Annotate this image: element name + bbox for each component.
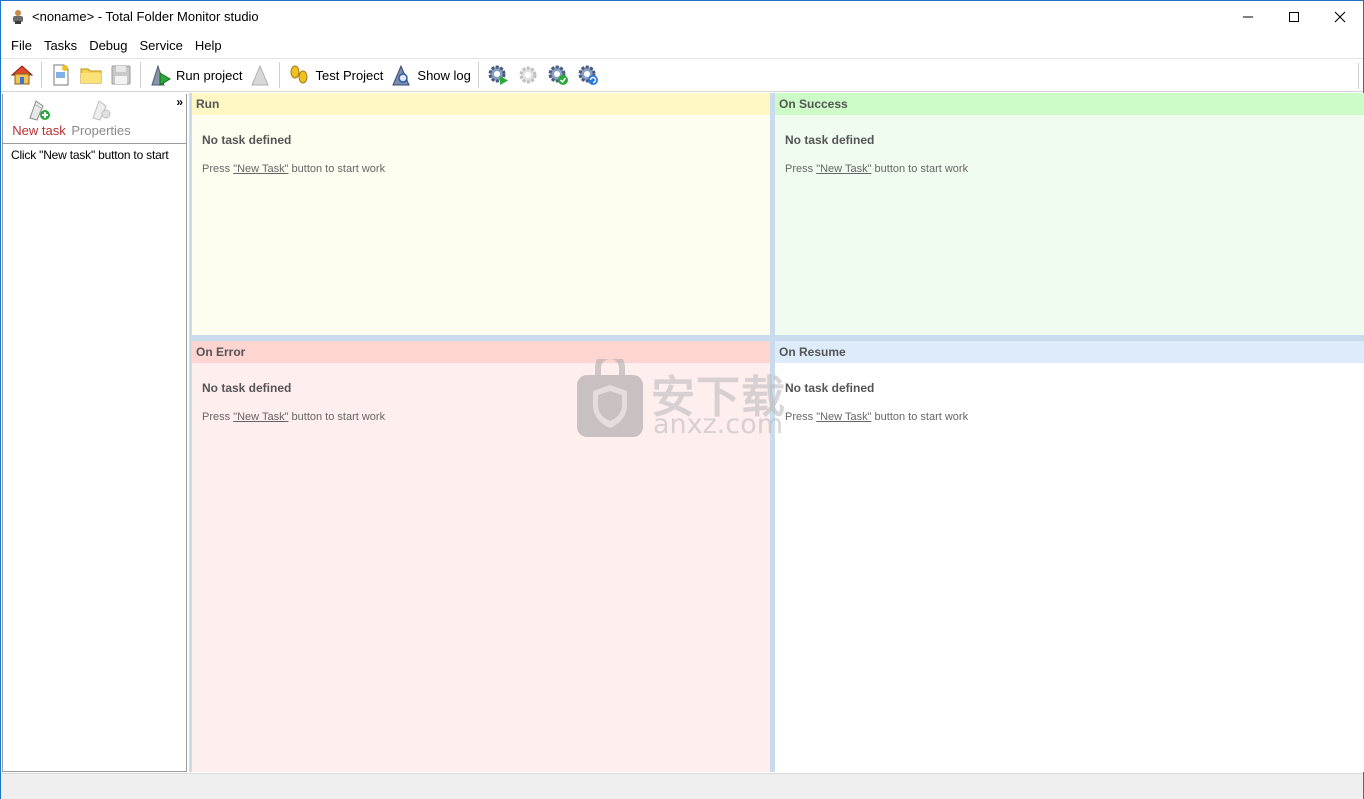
folder-icon (80, 68, 102, 84)
desc-text: Press (202, 411, 234, 423)
maximize-icon (1289, 11, 1299, 22)
test-project-label: Test Project (315, 67, 384, 83)
on-error-pane[interactable]: On Error No task defined Press "New Task… (192, 341, 770, 772)
service-start-button[interactable] (483, 61, 513, 89)
gear-check-icon (548, 65, 568, 85)
maximize-button[interactable] (1271, 1, 1317, 32)
menu-service[interactable]: Service (134, 34, 189, 57)
desc-text: Press (202, 163, 234, 175)
run-project-icon (151, 64, 171, 86)
run-pane[interactable]: Run No task defined Press "New Task" but… (192, 93, 770, 335)
on-resume-pane-desc: Press "New Task" button to start work (785, 411, 1364, 423)
run-project-button[interactable]: Run project (145, 61, 245, 89)
on-error-pane-header: On Error (192, 341, 770, 363)
save-disk-icon (111, 65, 131, 85)
run-project-label: Run project (176, 67, 243, 83)
new-document-icon (53, 64, 69, 86)
toolbar-separator (41, 62, 42, 88)
menu-debug[interactable]: Debug (83, 34, 133, 57)
close-icon (1334, 11, 1346, 22)
on-success-pane-desc: Press "New Task" button to start work (785, 163, 1364, 175)
on-success-pane[interactable]: On Success No task defined Press "New Ta… (775, 93, 1364, 335)
footprints-icon (290, 65, 308, 84)
new-project-button[interactable] (46, 61, 76, 89)
new-task-link[interactable]: "New Task" (233, 411, 288, 423)
new-task-label: New task (12, 123, 66, 138)
task-list-panel: New task Properties » Click "New task" b… (2, 94, 187, 772)
new-task-link[interactable]: "New Task" (233, 163, 288, 175)
run-pane-header: Run (192, 93, 770, 115)
stop-project-icon (251, 64, 270, 86)
minimize-icon (1243, 16, 1253, 17)
show-log-label: Show log (417, 67, 471, 83)
window-controls (1225, 1, 1363, 32)
menu-help[interactable]: Help (189, 34, 228, 57)
collapse-panel-button[interactable]: » (176, 95, 183, 109)
event-panes-area: Run No task defined Press "New Task" but… (189, 93, 1364, 772)
toolbar-separator (279, 62, 281, 88)
desc-text: Press (785, 163, 817, 175)
home-icon (10, 65, 34, 85)
on-resume-pane-header: On Resume (775, 341, 1364, 363)
app-icon (10, 9, 26, 25)
properties-button[interactable]: Properties (70, 94, 132, 143)
menu-bar: File Tasks Debug Service Help (1, 34, 1363, 57)
toolbar-separator (477, 62, 479, 88)
app-window: <noname> - Total Folder Monitor studio F… (0, 0, 1364, 799)
open-project-button[interactable] (76, 61, 106, 89)
test-project-button[interactable]: Test Project (284, 61, 386, 89)
on-success-pane-title: No task defined (785, 133, 875, 147)
minimize-button[interactable] (1225, 1, 1271, 32)
run-pane-desc: Press "New Task" button to start work (202, 163, 770, 175)
task-toolbar: New task Properties » (3, 94, 186, 144)
properties-label: Properties (71, 123, 131, 138)
show-log-icon (392, 64, 411, 86)
gear-disabled-icon (519, 66, 537, 84)
desc-text: button to start work (871, 411, 969, 423)
desc-text: Press (785, 411, 817, 423)
on-resume-pane[interactable]: On Resume No task defined Press "New Tas… (775, 341, 1364, 772)
desc-text: button to start work (288, 163, 386, 175)
run-pane-title: No task defined (202, 133, 292, 147)
desc-text: button to start work (288, 411, 386, 423)
on-error-pane-title: No task defined (202, 381, 292, 395)
save-project-button[interactable] (106, 61, 136, 89)
new-task-link[interactable]: "New Task" (816, 163, 871, 175)
stop-project-button[interactable] (245, 61, 275, 89)
status-bar (1, 773, 1363, 799)
service-refresh-button[interactable] (573, 61, 603, 89)
menu-file[interactable]: File (5, 34, 38, 57)
toolbar-separator (1358, 63, 1359, 89)
gear-play-icon (488, 65, 508, 85)
properties-icon (92, 100, 111, 121)
service-stop-button[interactable] (513, 61, 543, 89)
new-task-icon (29, 100, 50, 121)
window-title: <noname> - Total Folder Monitor studio (32, 9, 259, 24)
new-task-button[interactable]: New task (8, 94, 70, 143)
on-success-pane-header: On Success (775, 93, 1364, 115)
task-list-hint: Click "New task" button to start (11, 148, 169, 162)
close-button[interactable] (1317, 1, 1363, 32)
service-install-button[interactable] (543, 61, 573, 89)
home-button[interactable] (7, 61, 37, 89)
new-task-link[interactable]: "New Task" (816, 411, 871, 423)
on-error-pane-desc: Press "New Task" button to start work (202, 411, 770, 423)
menu-tasks[interactable]: Tasks (38, 34, 83, 57)
gear-refresh-icon (578, 65, 598, 85)
title-bar: <noname> - Total Folder Monitor studio (1, 1, 1363, 32)
on-resume-pane-title: No task defined (785, 381, 875, 395)
toolbar: Run project Test Project Show log (1, 58, 1363, 92)
toolbar-separator (140, 62, 141, 88)
show-log-button[interactable]: Show log (386, 61, 473, 89)
desc-text: button to start work (871, 163, 969, 175)
